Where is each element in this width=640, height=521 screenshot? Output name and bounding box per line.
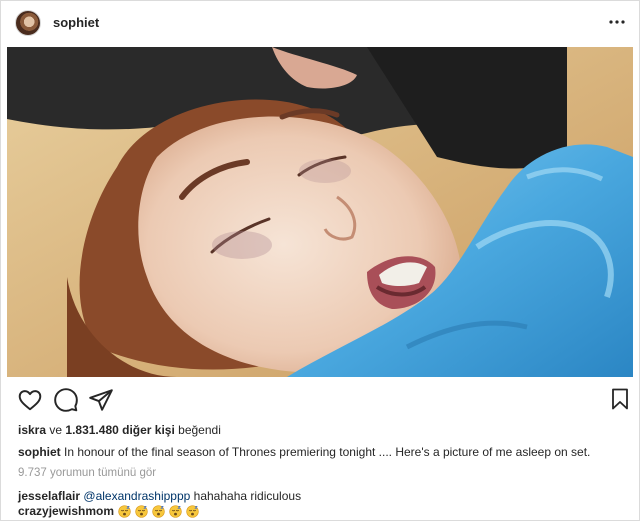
save-button[interactable]	[608, 387, 634, 413]
bookmark-icon	[612, 388, 628, 410]
comment-text: hahahaha ridiculous	[193, 489, 302, 503]
instagram-post: sophiet iskra ve 1.831.480 diğer kişi be…	[0, 0, 640, 521]
likes-first-user[interactable]: iskra	[18, 423, 46, 437]
sleeping-face-emoji	[118, 505, 131, 519]
comment-mention[interactable]: @alexandraship​ppp	[83, 489, 190, 503]
paper-plane-icon	[89, 389, 113, 411]
action-bar	[1, 385, 639, 415]
post-caption: sophiet In honour of the final season of…	[18, 445, 590, 459]
likes-line: iskra ve 1.831.480 diğer kişi beğendi	[18, 423, 221, 437]
comment-username[interactable]: jesselaflair	[18, 489, 80, 503]
comment-item: jesselaflair @alexandraship​ppp hahahaha…	[18, 489, 301, 503]
likes-others-count[interactable]: 1.831.480 diğer kişi	[65, 423, 174, 437]
comment-bubble-icon	[54, 388, 78, 412]
caption-username[interactable]: sophiet	[18, 445, 61, 459]
comment-emoji-row	[114, 504, 199, 519]
like-button[interactable]	[17, 387, 43, 413]
comment-item: crazyjewishmom	[18, 504, 199, 518]
comment-button[interactable]	[53, 387, 79, 413]
share-button[interactable]	[88, 387, 114, 413]
more-options-icon	[609, 20, 625, 24]
post-username[interactable]: sophiet	[53, 15, 99, 30]
sleeping-face-emoji	[186, 505, 199, 519]
view-all-comments-link[interactable]: 9.737 yorumun tümünü gör	[18, 467, 156, 479]
caption-text: In honour of the final season of Thrones…	[64, 445, 591, 459]
post-photo-image	[7, 47, 633, 377]
likes-suffix: beğendi	[178, 423, 221, 437]
sleeping-face-emoji	[152, 505, 165, 519]
sleeping-face-emoji	[169, 505, 182, 519]
more-options-button[interactable]	[607, 12, 627, 32]
likes-connector: ve	[49, 423, 63, 437]
heart-icon	[18, 390, 42, 411]
profile-avatar[interactable]	[15, 10, 41, 36]
comment-username[interactable]: crazyjewishmom	[18, 504, 114, 518]
post-photo[interactable]	[7, 47, 633, 377]
sleeping-face-emoji	[135, 505, 148, 519]
post-header: sophiet	[1, 1, 639, 46]
